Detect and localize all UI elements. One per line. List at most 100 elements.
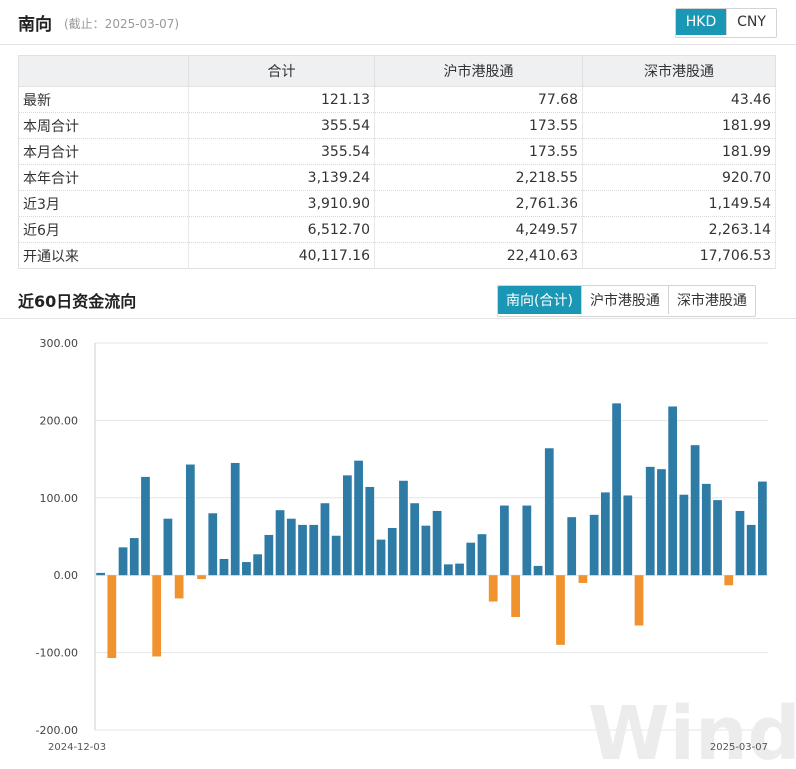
- total-value: 121.13: [188, 86, 375, 113]
- flow-bar[interactable]: [354, 460, 363, 576]
- flow-bar[interactable]: [466, 542, 476, 576]
- table-row: 开通以来 40,117.16 22,410.63 17,706.53: [18, 242, 776, 269]
- flow-bar[interactable]: [432, 510, 442, 576]
- currency-option-cny[interactable]: CNY: [726, 9, 776, 35]
- flow-bar[interactable]: [309, 524, 319, 576]
- table-row: 本月合计 355.54 173.55 181.99: [18, 138, 776, 165]
- flow-bar[interactable]: [713, 500, 722, 576]
- tab-southbound-total[interactable]: 南向(合计): [498, 286, 581, 314]
- flow-bar[interactable]: [185, 464, 195, 576]
- table-row: 本周合计 355.54 173.55 181.99: [18, 112, 776, 139]
- row-label: 本月合计: [18, 138, 189, 165]
- sz-value: 181.99: [582, 138, 776, 165]
- row-label: 开通以来: [18, 242, 189, 269]
- flow-bar[interactable]: [152, 575, 162, 657]
- flow-bar[interactable]: [118, 547, 128, 576]
- flow-bar-chart: Wind 300.00 200.00 100.00 0.00 -100.00 -200.0…: [36, 337, 796, 769]
- flow-bar[interactable]: [634, 575, 644, 626]
- flow-bar[interactable]: [488, 575, 498, 602]
- flow-bar[interactable]: [286, 518, 296, 576]
- flow-bar[interactable]: [690, 445, 700, 576]
- flow-bar[interactable]: [443, 564, 453, 576]
- flow-bar[interactable]: [701, 483, 711, 576]
- sz-value: 43.46: [582, 86, 776, 113]
- sz-value: 920.70: [582, 164, 776, 191]
- flow-bar[interactable]: [657, 469, 666, 576]
- row-label: 近6月: [18, 216, 189, 243]
- row-label: 近3月: [18, 190, 189, 217]
- tab-shenzhen-connect[interactable]: 深市港股通: [667, 286, 755, 314]
- flow-bar[interactable]: [668, 406, 678, 576]
- flow-bar[interactable]: [141, 476, 150, 576]
- flow-bar[interactable]: [298, 524, 307, 576]
- tab-shanghai-connect[interactable]: 沪市港股通: [580, 286, 668, 314]
- flow-bar[interactable]: [421, 525, 431, 576]
- column-header-sh: 沪市港股通: [374, 55, 583, 87]
- row-label: 本周合计: [18, 112, 189, 139]
- flow-bar[interactable]: [589, 514, 599, 576]
- flow-bar[interactable]: [129, 538, 139, 576]
- flow-bar[interactable]: [477, 534, 487, 576]
- total-value: 355.54: [188, 112, 375, 139]
- flow-bar[interactable]: [208, 513, 218, 576]
- total-value: 355.54: [188, 138, 375, 165]
- flow-bar[interactable]: [578, 575, 588, 583]
- flow-bar[interactable]: [455, 563, 464, 576]
- flow-bar[interactable]: [533, 565, 543, 576]
- flow-bar[interactable]: [376, 539, 386, 576]
- table-row: 本年合计 3,139.24 2,218.55 920.70: [18, 164, 776, 191]
- header-bar: 南向 (截止：2025-03-07) HKD CNY: [0, 0, 796, 45]
- flow-bar[interactable]: [197, 575, 206, 580]
- flow-bar[interactable]: [600, 492, 610, 576]
- flow-bar[interactable]: [679, 494, 689, 576]
- flow-bar[interactable]: [219, 558, 229, 576]
- sh-value: 173.55: [374, 112, 583, 139]
- flow-bar[interactable]: [253, 554, 263, 576]
- flow-bar[interactable]: [399, 480, 408, 576]
- y-tick-label: -200.00: [36, 724, 78, 737]
- flow-bar[interactable]: [735, 510, 745, 576]
- y-tick-label: -100.00: [36, 647, 78, 660]
- currency-toggle: HKD CNY: [675, 8, 777, 38]
- flow-bar[interactable]: [387, 527, 397, 576]
- column-header-label: [18, 55, 189, 87]
- sz-value: 2,263.14: [582, 216, 776, 243]
- flow-bar[interactable]: [96, 572, 105, 576]
- flow-bar[interactable]: [343, 475, 352, 576]
- flow-bar[interactable]: [623, 495, 633, 576]
- flow-bar[interactable]: [758, 481, 767, 576]
- flow-bar[interactable]: [511, 575, 520, 617]
- sh-value: 2,218.55: [374, 164, 583, 191]
- flow-bar[interactable]: [230, 462, 240, 576]
- flow-bar[interactable]: [264, 534, 274, 576]
- flow-bar[interactable]: [567, 517, 577, 576]
- flow-bar[interactable]: [500, 505, 509, 576]
- flow-bar[interactable]: [544, 448, 554, 576]
- row-label: 本年合计: [18, 164, 189, 191]
- flow-market-tabs: 南向(合计) 沪市港股通 深市港股通: [497, 285, 756, 317]
- flow-bar[interactable]: [612, 403, 621, 576]
- flow-bar[interactable]: [320, 503, 330, 576]
- table-header-row: 合计 沪市港股通 深市港股通: [18, 55, 776, 87]
- sz-value: 17,706.53: [582, 242, 776, 269]
- flow-bar[interactable]: [163, 518, 173, 576]
- flow-section-title: 近60日资金流向: [18, 292, 137, 311]
- flow-bar[interactable]: [174, 575, 184, 599]
- sz-value: 181.99: [582, 112, 776, 139]
- currency-option-hkd[interactable]: HKD: [676, 9, 726, 35]
- table-row: 近3月 3,910.90 2,761.36 1,149.54: [18, 190, 776, 217]
- flow-bar[interactable]: [522, 505, 532, 576]
- flow-bar[interactable]: [275, 510, 285, 576]
- total-value: 3,910.90: [188, 190, 375, 217]
- flow-bar[interactable]: [331, 535, 341, 576]
- flow-bar[interactable]: [746, 524, 756, 576]
- flow-bar[interactable]: [724, 575, 734, 586]
- flow-bar[interactable]: [556, 575, 565, 645]
- flow-bar[interactable]: [645, 466, 655, 576]
- flow-bar[interactable]: [410, 503, 420, 576]
- x-start-date-label: 2024-12-03: [48, 742, 106, 753]
- sz-value: 1,149.54: [582, 190, 776, 217]
- flow-bar[interactable]: [365, 486, 375, 576]
- flow-bar[interactable]: [242, 562, 251, 576]
- flow-bar[interactable]: [107, 575, 117, 659]
